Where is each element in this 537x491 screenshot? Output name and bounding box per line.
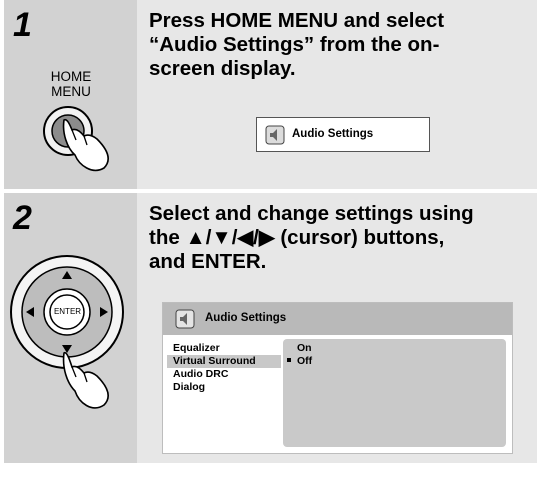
step-1-panel: 1 HOME MENU Press HOME MENU and select “…: [4, 0, 537, 189]
option-off[interactable]: Off: [287, 355, 313, 367]
menu-item-equalizer[interactable]: Equalizer: [167, 342, 281, 355]
step-2-illustration: 2 ENTER: [4, 193, 137, 463]
screen-header: Audio Settings: [163, 303, 512, 335]
option-on[interactable]: On: [297, 342, 312, 354]
step-1-instruction-line2: “Audio Settings” from the on-: [149, 33, 440, 56]
cursor-pad-icon: [10, 255, 124, 409]
menu-item-dialog[interactable]: Dialog: [167, 381, 281, 394]
enter-button-label: ENTER: [53, 307, 82, 316]
options-panel: On Off: [283, 339, 506, 447]
menu-item-virtual-surround[interactable]: Virtual Surround: [167, 355, 281, 368]
audio-settings-menu-item[interactable]: Audio Settings: [256, 117, 430, 152]
current-option-marker-icon: [287, 358, 291, 362]
step-1-illustration: 1 HOME MENU: [4, 0, 137, 189]
audio-settings-label: Audio Settings: [292, 128, 374, 140]
option-off-label: Off: [297, 355, 313, 367]
step-1-instruction-line1: Press HOME MENU and select: [149, 9, 445, 32]
menu-item-audio-drc[interactable]: Audio DRC: [167, 368, 281, 381]
home-menu-button-icon: [43, 106, 109, 172]
step-1-instruction-line3: screen display.: [149, 57, 296, 80]
step-2-panel: 2 ENTER Select and change settings using…: [4, 193, 537, 463]
screen-title: Audio Settings: [205, 312, 287, 324]
step-2-instruction-line3: and ENTER.: [149, 250, 267, 273]
option-on-label: On: [297, 342, 312, 354]
step-2-instruction-line1: Select and change settings using: [149, 202, 474, 225]
audio-settings-screen: Audio Settings Equalizer Virtual Surroun…: [162, 302, 513, 454]
speaker-icon: [265, 125, 285, 145]
step-2-instruction-line2: the ▲/▼/◀/▶ (cursor) buttons,: [149, 226, 445, 249]
speaker-icon: [175, 309, 195, 329]
